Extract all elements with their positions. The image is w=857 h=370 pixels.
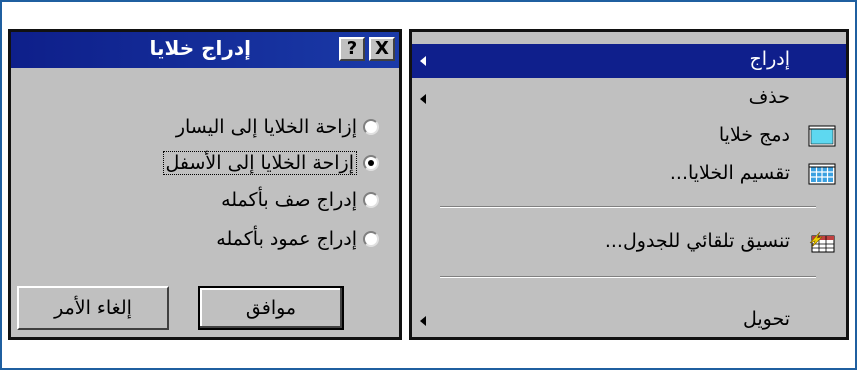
merge-cells-icon xyxy=(808,125,836,147)
radio-entire-row[interactable] xyxy=(363,192,379,208)
option-shift-left-label: إزاحة الخلايا إلى اليسار xyxy=(175,116,357,138)
menu-item-convert[interactable]: تحويل xyxy=(412,304,846,337)
submenu-arrow-icon xyxy=(420,94,426,104)
submenu-arrow-icon xyxy=(420,56,426,66)
insert-cells-dialog: إدراج خلايا ? X إزاحة الخلايا إلى اليسار… xyxy=(8,29,402,340)
cancel-button[interactable]: إلغاء الأمر xyxy=(17,286,169,330)
menu-item-table-autoformat[interactable]: تنسيق تلقائي للجدول... xyxy=(412,226,846,260)
menu-item-merge-cells[interactable]: دمج خلايا xyxy=(412,120,846,154)
submenu-arrow-icon xyxy=(420,316,426,326)
option-entire-column[interactable]: إدراج عمود بأكمله xyxy=(216,224,379,254)
menu-item-split-cells[interactable]: تقسيم الخلايا... xyxy=(412,158,846,192)
dialog-titlebar: إدراج خلايا ? X xyxy=(11,32,399,68)
option-shift-down-label: إزاحة الخلايا إلى الأسفل xyxy=(162,151,357,175)
close-button[interactable]: X xyxy=(369,37,395,61)
menu-item-convert-label: تحويل xyxy=(742,308,790,330)
menu-item-delete-label: حذف xyxy=(748,86,790,108)
option-entire-row[interactable]: إدراج صف بأكمله xyxy=(221,185,379,215)
radio-entire-column[interactable] xyxy=(363,231,379,247)
menu-item-merge-cells-label: دمج خلايا xyxy=(718,124,790,146)
menu-separator xyxy=(440,206,816,208)
ok-button[interactable]: موافق xyxy=(198,286,344,330)
option-entire-column-label: إدراج عمود بأكمله xyxy=(216,228,357,250)
menu-item-insert[interactable]: إدراج xyxy=(412,44,846,78)
split-cells-icon xyxy=(808,163,836,185)
radio-shift-left[interactable] xyxy=(363,119,379,135)
option-shift-left[interactable]: إزاحة الخلايا إلى اليسار xyxy=(176,112,379,142)
menu-item-table-autoformat-label: تنسيق تلقائي للجدول... xyxy=(604,230,790,252)
option-entire-row-label: إدراج صف بأكمله xyxy=(221,189,357,211)
table-autoformat-icon xyxy=(809,231,835,253)
table-menu: إدراج حذف دمج خلايا تقسيم الخلايا... تنس… xyxy=(409,29,849,340)
menu-item-insert-label: إدراج xyxy=(749,48,790,70)
radio-shift-down[interactable] xyxy=(363,155,379,171)
menu-item-delete[interactable]: حذف xyxy=(412,82,846,116)
menu-item-split-cells-label: تقسيم الخلايا... xyxy=(669,162,790,184)
dialog-title: إدراج خلايا xyxy=(149,36,251,60)
help-button[interactable]: ? xyxy=(339,37,365,61)
option-shift-down[interactable]: إزاحة الخلايا إلى الأسفل xyxy=(162,148,379,178)
menu-separator xyxy=(440,276,816,278)
